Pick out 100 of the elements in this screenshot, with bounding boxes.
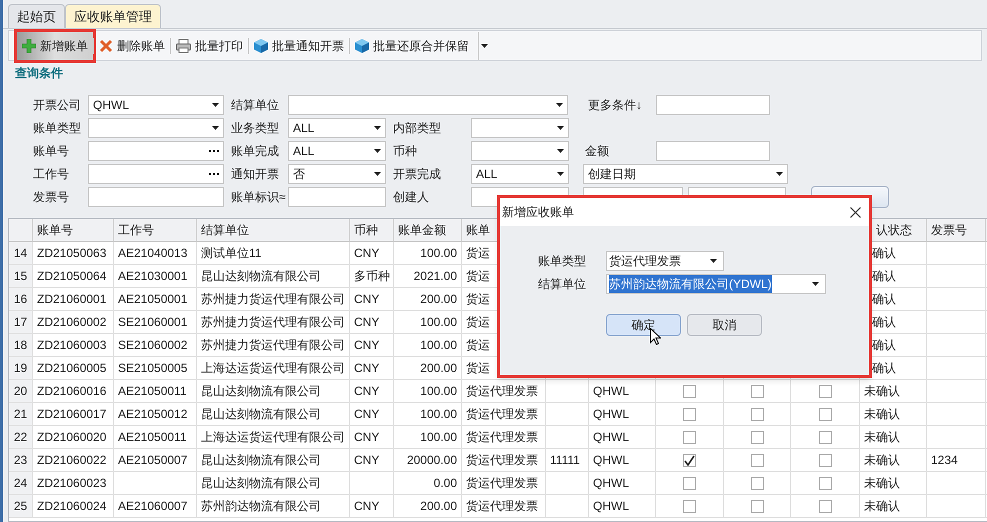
checkbox[interactable] [683,476,696,490]
table-cell-text: ZD21060023 [37,475,106,492]
tab[interactable]: 应收账单管理 [65,4,161,28]
row-number: 20 [14,383,28,400]
dialog-button[interactable]: 取消 [687,314,762,336]
table-cell-text: AE21050011 [118,383,187,400]
table-cell-text: 货运代理发票 [466,498,538,515]
table-cell-text: 未确认 [864,475,900,492]
checkbox[interactable] [818,500,832,512]
overflow-arrow-icon[interactable] [478,32,490,60]
table-cell-text: 20000.00 [406,452,457,469]
table-cell-text: 货运代理发票 [466,475,538,492]
table-cell-text: 0.00 [434,475,457,492]
input-field[interactable] [88,164,224,184]
checkbox[interactable] [818,408,832,420]
column-header: 结算单位 [201,222,249,239]
table-cell-text: 2021.00 [414,268,457,285]
dropdown-arrow-icon [374,172,381,176]
dropdown-arrow-icon [776,172,783,176]
table-cell-text: SE21050005 [118,360,188,377]
field-label: 更多条件↓ [588,97,643,114]
checkbox[interactable] [750,500,764,512]
table-cell-text: CNY [354,452,380,469]
table-cell-text: QHWL [593,498,629,515]
checkbox[interactable] [683,408,696,420]
dropdown-field[interactable]: ALL [288,118,386,138]
table-cell-text: QHWL [593,475,629,492]
table-cell-text: 苏州捷力货运代理有限公司 [201,314,345,331]
table-cell-text: ZD21060016 [37,383,106,400]
table-cell-text: CNY [354,291,380,308]
table-cell-text: 昆山达刻物流有限公司 [201,383,321,400]
table-cell-text: 未确认 [864,498,900,515]
column-header: 币种 [354,222,378,239]
checkbox[interactable] [683,430,696,444]
table-cell-text: AE21040013 [118,245,188,262]
close-icon[interactable] [850,206,861,218]
field-label: 币种 [393,143,418,160]
toolbar-button[interactable]: 批量还原合并保留 [350,32,474,60]
table-cell-text: 昆山达刻物流有限公司 [201,406,321,423]
dropdown-field[interactable] [88,118,224,138]
field-label: 账单类型 [33,120,82,137]
checkbox[interactable] [750,454,764,466]
checkbox[interactable] [818,430,832,444]
checkbox[interactable] [818,476,832,490]
checkbox[interactable] [750,408,764,420]
dropdown-field[interactable]: 创建日期 [583,164,788,184]
toolbar-button[interactable]: 删除账单 [94,32,170,60]
input-field[interactable] [288,187,386,207]
dropdown-field[interactable] [471,141,569,161]
table-cell-text: 昆山达刻物流有限公司 [201,452,321,469]
checkbox[interactable] [683,500,696,512]
column-header: 发票号 [931,222,967,239]
row-number: 19 [14,360,28,377]
tab[interactable]: 起始页 [8,4,65,28]
table-cell-text: 确认 [872,268,896,285]
toolbar-button[interactable]: 批量打印 [171,32,248,60]
input-field[interactable] [88,141,224,161]
toolbar-button[interactable]: 批量通知开票 [249,32,349,60]
table-cell-text: AE21050001 [118,291,188,308]
plus-icon [22,38,36,52]
input-field[interactable] [656,95,770,115]
table-cell-text: 100.00 [420,314,457,331]
dropdown-field[interactable]: 苏州韵达物流有限公司(YDWL) [606,274,826,294]
checkbox[interactable] [750,384,764,398]
dropdown-field[interactable]: 货运代理发票 [606,251,724,271]
dropdown-field[interactable] [288,95,568,115]
dropdown-arrow-icon [812,282,819,286]
dialog-title: 新增应收账单 [502,204,574,221]
column-header: 账单 [466,222,490,239]
field-label: 业务类型 [231,120,280,137]
section-title: 查询条件 [15,65,63,82]
table-cell-text: 测试单位11 [201,245,262,262]
checkbox[interactable] [750,430,764,444]
field-label: 金额 [585,143,610,160]
table-cell-text: QHWL [593,429,629,446]
checkbox[interactable] [683,384,696,398]
dropdown-field[interactable] [471,118,569,138]
dropdown-arrow-icon [556,103,563,107]
dropdown-arrow-icon [374,149,381,153]
checkbox[interactable] [683,454,696,466]
toolbar-button[interactable]: 新增账单 [17,32,93,60]
field-label: 开票公司 [33,97,82,114]
table-cell-text: QHWL [593,383,629,400]
field-label: 结算单位 [231,97,280,114]
checkbox[interactable] [818,384,832,398]
checkbox[interactable] [818,454,832,466]
dropdown-arrow-icon [212,103,219,107]
dropdown-field[interactable]: ALL [288,141,386,161]
input-field[interactable] [88,187,224,207]
input-field[interactable] [656,141,770,161]
table-cell-text: SE21060002 [118,337,188,354]
table-cell-text: CNY [354,314,380,331]
table-cell-text: 200.00 [420,498,457,515]
checkbox[interactable] [750,476,764,490]
dropdown-field[interactable]: ALL [471,164,569,184]
dropdown-field[interactable]: QHWL [88,95,224,115]
table-cell-text: 货运 [466,314,490,331]
dropdown-field[interactable]: 否 [288,164,386,184]
table-cell-text: 苏州韵达物流有限公司 [201,498,321,515]
cube-icon [355,38,369,52]
